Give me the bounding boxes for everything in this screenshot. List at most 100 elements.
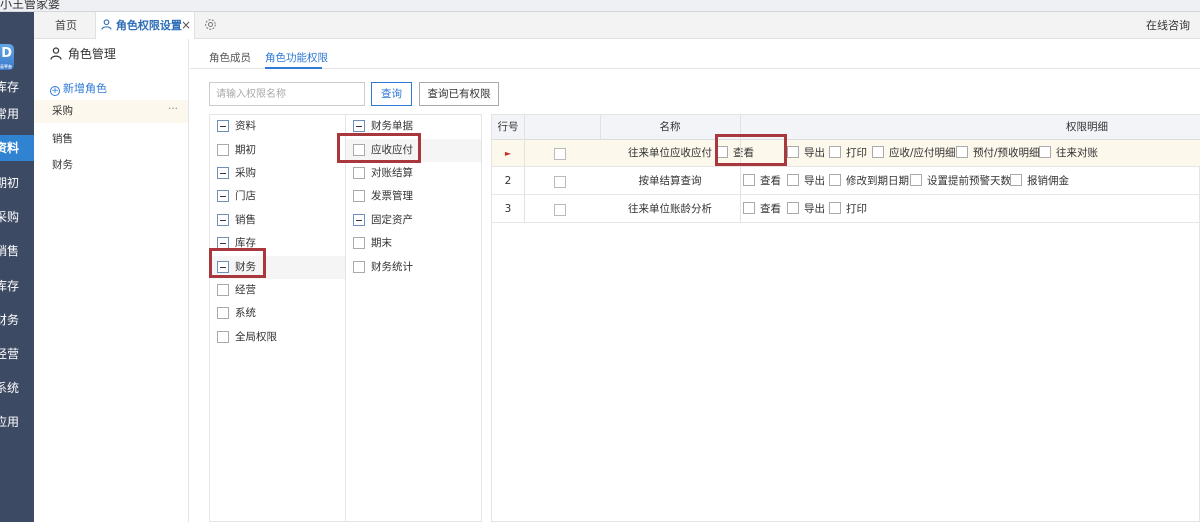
- tree-node-sales[interactable]: 销售: [210, 209, 345, 232]
- tree-node-label: 发票管理: [371, 190, 413, 202]
- nav-item-finance[interactable]: 财务: [0, 307, 34, 333]
- permission-search-input[interactable]: [209, 82, 365, 106]
- role-item-purchase[interactable]: 采购 ···: [34, 100, 188, 123]
- nav-item-inventory-top[interactable]: 库存: [0, 74, 34, 100]
- gear-icon[interactable]: [204, 18, 217, 34]
- perm-modify-due-date[interactable]: 修改到期日期: [829, 168, 909, 195]
- role-panel: 角色管理 + 新增角色 采购 ··· 销售 财务: [34, 39, 189, 522]
- perm-label: 查看: [760, 175, 781, 187]
- tree-node-global[interactable]: 全局权限: [210, 326, 345, 349]
- checkbox[interactable]: [829, 174, 841, 186]
- tab-home[interactable]: 首页: [55, 12, 77, 39]
- more-icon[interactable]: ···: [168, 98, 178, 121]
- nav-item-apps[interactable]: 应用: [0, 409, 34, 435]
- checkbox[interactable]: [217, 284, 229, 296]
- tab-role-permissions[interactable]: 角色权限设置 ×: [95, 12, 195, 39]
- checkbox[interactable]: [353, 237, 365, 249]
- collapse-icon[interactable]: [217, 190, 229, 202]
- collapse-icon[interactable]: [353, 120, 365, 132]
- checkbox[interactable]: [217, 144, 229, 156]
- permission-grid: 行号 名称 权限明细 ► 往来单位应收应付 查看 导出 打印 应收/应付明细 预…: [491, 114, 1200, 522]
- checkbox[interactable]: [217, 307, 229, 319]
- tab-role-members[interactable]: 角色成员: [209, 50, 251, 65]
- close-icon[interactable]: ×: [181, 12, 191, 39]
- subtab-bar: 角色成员 角色功能权限: [190, 39, 1200, 69]
- tree-node-invoice[interactable]: 发票管理: [346, 185, 481, 208]
- row-checkbox[interactable]: [554, 176, 566, 188]
- checkbox[interactable]: [743, 202, 755, 214]
- active-tab-underline: [265, 67, 322, 69]
- tree-node-purchase[interactable]: 采购: [210, 162, 345, 185]
- add-role-button[interactable]: + 新增角色: [50, 80, 107, 96]
- nav-item-purchase[interactable]: 采购: [0, 204, 34, 230]
- perm-export[interactable]: 导出: [787, 168, 825, 195]
- perm-export[interactable]: 导出: [787, 140, 825, 167]
- perm-set-warning-days[interactable]: 设置提前预警天数: [910, 168, 1011, 195]
- checkbox[interactable]: [743, 174, 755, 186]
- tree-node-period-end[interactable]: 期末: [346, 232, 481, 255]
- query-button[interactable]: 查询: [371, 82, 412, 106]
- checkbox[interactable]: [787, 174, 799, 186]
- perm-label: 打印: [846, 147, 867, 159]
- collapse-icon[interactable]: [217, 120, 229, 132]
- checkbox[interactable]: [353, 190, 365, 202]
- tree-node-finance-stats[interactable]: 财务统计: [346, 256, 481, 279]
- table-row[interactable]: 3 往来单位账龄分析 查看 导出 打印: [492, 196, 1200, 223]
- nav-item-inventory[interactable]: 库存: [0, 273, 34, 299]
- nav-item-sales[interactable]: 销售: [0, 238, 34, 264]
- checkbox[interactable]: [910, 174, 922, 186]
- perm-view[interactable]: 查看: [743, 168, 781, 195]
- checkbox[interactable]: [353, 261, 365, 273]
- tree-node-label: 门店: [235, 190, 256, 202]
- perm-print[interactable]: 打印: [829, 140, 867, 167]
- highlight-box-finance: [209, 248, 266, 278]
- perm-receivable-detail[interactable]: 应收/应付明细: [872, 140, 956, 167]
- collapse-icon[interactable]: [217, 214, 229, 226]
- table-row[interactable]: ► 往来单位应收应付 查看 导出 打印 应收/应付明细 预付/预收明细 往来对账: [492, 140, 1200, 167]
- checkbox[interactable]: [956, 146, 968, 158]
- checkbox[interactable]: [1039, 146, 1051, 158]
- nav-item-common[interactable]: 常用: [0, 101, 34, 127]
- perm-prepaid-detail[interactable]: 预付/预收明细: [956, 140, 1040, 167]
- checkbox[interactable]: [787, 146, 799, 158]
- checkbox[interactable]: [217, 331, 229, 343]
- checkbox[interactable]: [872, 146, 884, 158]
- nav-item-opening[interactable]: 期初: [0, 170, 34, 196]
- checkbox[interactable]: [829, 202, 841, 214]
- collapse-icon[interactable]: [353, 214, 365, 226]
- tab-role-function-permissions[interactable]: 角色功能权限: [265, 50, 328, 65]
- checkbox[interactable]: [353, 167, 365, 179]
- tree-node-store[interactable]: 门店: [210, 185, 345, 208]
- row-checkbox[interactable]: [554, 148, 566, 160]
- perm-reconciliation[interactable]: 往来对账: [1039, 140, 1098, 167]
- table-row[interactable]: 2 按单结算查询 查看 导出 修改到期日期 设置提前预警天数 报销佣金: [492, 168, 1200, 195]
- tab-role-permissions-label: 角色权限设置: [115, 19, 182, 32]
- perm-print[interactable]: 打印: [829, 196, 867, 223]
- checkbox[interactable]: [829, 146, 841, 158]
- perm-view[interactable]: 查看: [743, 196, 781, 223]
- tree-node-fixed-assets[interactable]: 固定资产: [346, 209, 481, 232]
- perm-commission[interactable]: 报销佣金: [1010, 168, 1069, 195]
- tree-node-reconciliation[interactable]: 对账结算: [346, 162, 481, 185]
- nav-item-data[interactable]: 资料: [0, 135, 34, 161]
- online-consult-link[interactable]: 在线咨询: [1146, 12, 1190, 39]
- tree-node-system[interactable]: 系统: [210, 302, 345, 325]
- perm-label: 导出: [804, 203, 825, 215]
- query-existing-permissions-button[interactable]: 查询已有权限: [419, 82, 499, 106]
- tree-node-opening[interactable]: 期初: [210, 139, 345, 162]
- checkbox[interactable]: [787, 202, 799, 214]
- collapse-icon[interactable]: [217, 167, 229, 179]
- nav-item-system[interactable]: 系统: [0, 375, 34, 401]
- role-item-sales[interactable]: 销售: [34, 128, 188, 151]
- tree-node-operation[interactable]: 经营: [210, 279, 345, 302]
- role-item-finance[interactable]: 财务: [34, 154, 188, 177]
- grid-divider: [600, 115, 601, 140]
- app-logo[interactable]: D 云平台: [0, 44, 14, 70]
- checkbox[interactable]: [1010, 174, 1022, 186]
- nav-item-operation[interactable]: 经营: [0, 341, 34, 367]
- perm-export[interactable]: 导出: [787, 196, 825, 223]
- perm-label: 预付/预收明细: [973, 147, 1040, 159]
- tree-node-data[interactable]: 资料: [210, 115, 345, 138]
- row-number: 2: [504, 175, 512, 187]
- row-checkbox[interactable]: [554, 204, 566, 216]
